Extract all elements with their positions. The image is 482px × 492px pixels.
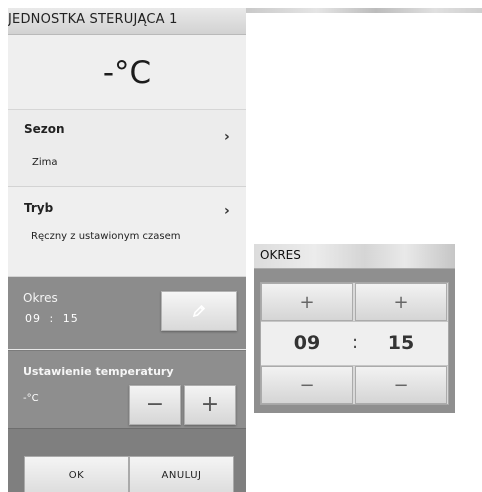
increase-temperature-button[interactable]: +	[184, 385, 236, 425]
minutes-increase-button[interactable]: +	[355, 283, 447, 321]
cancel-button[interactable]: ANULUJ	[129, 456, 234, 492]
mode-title: Tryb	[24, 201, 54, 215]
period-popup: OKRES + + 09 : 15 − −	[254, 244, 455, 413]
chevron-right-icon: ›	[224, 203, 230, 219]
background-strip	[246, 8, 482, 13]
temperature-setting-label: Ustawienie temperatury	[23, 365, 174, 378]
popup-header: OKRES	[254, 244, 455, 269]
temperature-setting-value: -°C	[23, 393, 39, 404]
season-row[interactable]: Sezon Zima ›	[8, 110, 246, 187]
period-label: Okres	[23, 291, 58, 305]
hours-decrease-button[interactable]: −	[261, 366, 353, 404]
popup-title: OKRES	[260, 248, 301, 262]
panel-header: JEDNOSTKA STERUJĄCA 1	[8, 8, 246, 35]
minutes-decrease-button[interactable]: −	[355, 366, 447, 404]
period-minutes: 15	[62, 312, 79, 325]
period-time: 09 : 15	[25, 312, 79, 325]
season-value: Zima	[32, 157, 58, 168]
time-picker: + + 09 : 15 − −	[260, 282, 449, 405]
footer-bar: OK ANULUJ	[8, 428, 246, 492]
minutes-value: 15	[387, 332, 415, 354]
hours-increase-button[interactable]: +	[261, 283, 353, 321]
period-hours: 09	[25, 312, 41, 325]
temperature-setting-section: Ustawienie temperatury -°C − +	[8, 350, 246, 429]
hours-value: 09	[293, 332, 321, 354]
mode-value: Ręczny z ustawionym czasem	[31, 231, 181, 242]
current-temperature-box: -°C	[8, 35, 246, 110]
edit-period-button[interactable]	[161, 291, 237, 331]
control-unit-panel: JEDNOSTKA STERUJĄCA 1 -°C Sezon Zima › T…	[8, 8, 246, 492]
season-title: Sezon	[24, 122, 65, 136]
panel-title: JEDNOSTKA STERUJĄCA 1	[8, 12, 178, 27]
decrease-temperature-button[interactable]: −	[129, 385, 181, 425]
period-separator: :	[49, 312, 55, 325]
ok-button[interactable]: OK	[24, 456, 129, 492]
chevron-right-icon: ›	[224, 129, 230, 145]
current-temperature: -°C	[102, 55, 152, 91]
mode-row[interactable]: Tryb Ręczny z ustawionym czasem ›	[8, 187, 246, 277]
time-display: 09 : 15	[261, 321, 448, 366]
pencil-icon	[192, 304, 206, 318]
period-section: Okres 09 : 15	[8, 277, 246, 349]
